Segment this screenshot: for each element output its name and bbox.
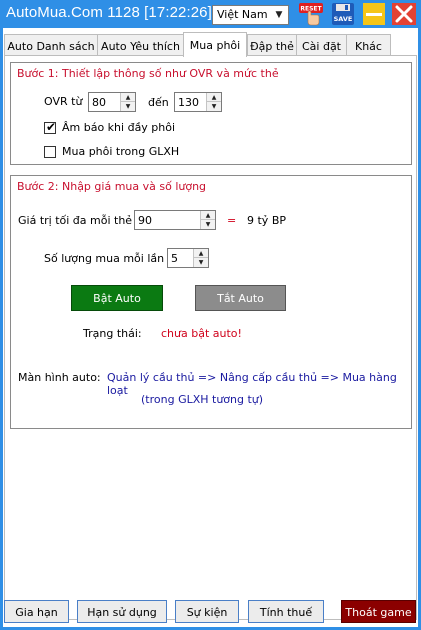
- glxh-label: Mua phôi trong GLXH: [62, 145, 180, 158]
- tab-auto-danh-sach[interactable]: Auto Danh sách: [4, 34, 98, 56]
- start-auto-button[interactable]: Bật Auto: [71, 285, 163, 311]
- qty-spin: ▲ ▼: [193, 249, 208, 267]
- tab-auto-yeu-thich[interactable]: Auto Yêu thích: [97, 34, 184, 56]
- client-area: Auto Danh sách Auto Yêu thích Mua phôi Đ…: [3, 28, 418, 627]
- close-button[interactable]: [392, 3, 416, 25]
- qty-value: 5: [171, 252, 178, 265]
- minimize-icon: [366, 13, 382, 16]
- step2-group: Bước 2: Nhập giá mua và số lượng Giá trị…: [10, 175, 412, 429]
- reset-icon: RESET: [299, 3, 323, 26]
- chevron-down-icon: ▼: [275, 10, 283, 20]
- check-icon: ✔: [46, 120, 57, 134]
- save-icon: SAVE: [332, 3, 354, 25]
- step2-title: Bước 2: Nhập giá mua và số lượng: [17, 180, 207, 193]
- screen-label: Màn hình auto:: [18, 371, 101, 384]
- spin-up-icon[interactable]: ▲: [201, 211, 215, 220]
- qty-stepper[interactable]: 5 ▲ ▼: [167, 248, 209, 268]
- tab-cai-dat[interactable]: Cài đặt: [296, 34, 347, 56]
- qty-label: Số lượng mua mỗi lần: [44, 252, 165, 265]
- window-title: AutoMua.Com 1128 [17:22:26]: [6, 4, 212, 21]
- save-button[interactable]: SAVE: [330, 2, 356, 26]
- tab-khac[interactable]: Khác: [346, 34, 391, 56]
- tab-bar: Auto Danh sách Auto Yêu thích Mua phôi Đ…: [3, 32, 418, 57]
- status-value: chưa bật auto!: [161, 327, 242, 340]
- tab-dap-the[interactable]: Đập thẻ: [247, 34, 297, 56]
- max-price-stepper[interactable]: 90 ▲ ▼: [134, 210, 216, 230]
- ovr-from-stepper[interactable]: 80 ▲ ▼: [88, 92, 136, 112]
- spin-up-icon[interactable]: ▲: [207, 93, 221, 102]
- close-icon: [395, 5, 413, 23]
- max-price-spin: ▲ ▼: [200, 211, 215, 229]
- spin-up-icon[interactable]: ▲: [194, 249, 208, 258]
- spin-down-icon[interactable]: ▼: [194, 258, 208, 267]
- tab-panel-mua-phoi: Bước 1: Thiết lập thông số như OVR và mứ…: [4, 55, 417, 620]
- exit-game-button[interactable]: Thoát game: [341, 600, 416, 623]
- reset-button[interactable]: RESET: [298, 2, 324, 26]
- ovr-to-label: đến: [148, 96, 169, 109]
- spin-down-icon[interactable]: ▼: [121, 102, 135, 111]
- ovr-to-value: 130: [178, 96, 199, 109]
- tax-button[interactable]: Tính thuế: [248, 600, 324, 623]
- bp-value: 9 tỷ BP: [247, 214, 286, 227]
- reset-label: RESET: [300, 6, 322, 13]
- ovr-to-stepper[interactable]: 130 ▲ ▼: [174, 92, 222, 112]
- minimize-button[interactable]: [363, 3, 385, 25]
- alert-checkbox[interactable]: ✔: [44, 120, 57, 134]
- tab-mua-phoi[interactable]: Mua phôi: [183, 32, 247, 57]
- screen-note: (trong GLXH tương tự): [141, 393, 264, 406]
- spin-down-icon[interactable]: ▼: [201, 220, 215, 229]
- title-bar: AutoMua.Com 1128 [17:22:26] Việt Nam ▼ R…: [0, 0, 421, 28]
- equals-sign: =: [227, 214, 237, 227]
- expiry-button[interactable]: Hạn sử dụng: [77, 600, 167, 623]
- events-button[interactable]: Sự kiện: [175, 600, 239, 623]
- app-window: AutoMua.Com 1128 [17:22:26] Việt Nam ▼ R…: [0, 0, 421, 630]
- max-price-value: 90: [138, 214, 152, 227]
- status-label: Trạng thái:: [83, 327, 142, 340]
- ovr-from-label: OVR từ: [44, 95, 83, 108]
- stop-auto-button[interactable]: Tắt Auto: [195, 285, 286, 311]
- save-label: SAVE: [334, 15, 353, 23]
- ovr-from-value: 80: [92, 96, 106, 109]
- spin-up-icon[interactable]: ▲: [121, 93, 135, 102]
- max-price-label: Giá trị tối đa mỗi thẻ: [18, 214, 133, 227]
- language-value: Việt Nam: [217, 8, 268, 21]
- alert-label: Âm báo khi đầy phôi: [62, 121, 176, 134]
- glxh-checkbox[interactable]: [44, 146, 56, 158]
- spin-down-icon[interactable]: ▼: [207, 102, 221, 111]
- ovr-from-spin: ▲ ▼: [120, 93, 135, 111]
- language-select[interactable]: Việt Nam ▼: [212, 5, 289, 25]
- renew-button[interactable]: Gia hạn: [4, 600, 69, 623]
- ovr-to-spin: ▲ ▼: [206, 93, 221, 111]
- step1-title: Bước 1: Thiết lập thông số như OVR và mứ…: [17, 67, 279, 80]
- step1-group: Bước 1: Thiết lập thông số như OVR và mứ…: [10, 62, 412, 165]
